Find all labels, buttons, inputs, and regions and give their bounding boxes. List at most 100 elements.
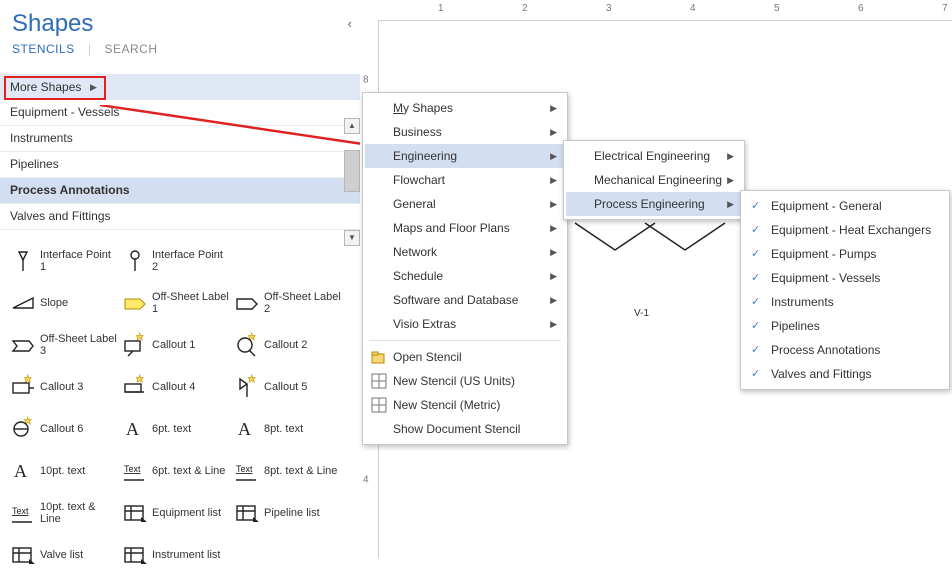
shape-label: Callout 2 — [260, 339, 342, 351]
menu-more-shapes: My Shapes▶Business▶Engineering▶Flowchart… — [362, 92, 568, 445]
shape-txt6[interactable]: A6pt. text — [122, 416, 234, 456]
menu-item-newmet[interactable]: New Stencil (Metric) — [365, 393, 565, 417]
shape-offsheet3[interactable]: Off-Sheet Label 3 — [10, 332, 122, 372]
shape-label: 10pt. text — [36, 465, 118, 477]
menu-item-business[interactable]: Business▶ — [365, 120, 565, 144]
menu-item-maps[interactable]: Maps and Floor Plans ▶ — [365, 216, 565, 240]
shape-callout2[interactable]: Callout 2 — [234, 332, 346, 372]
shape-equiplist[interactable]: Equipment list — [122, 500, 234, 540]
menu-item-myshapes[interactable]: My Shapes▶ — [365, 96, 565, 120]
menu-item-eqhx[interactable]: ✓Equipment - Heat Exchangers — [743, 218, 947, 242]
menu-item-label: Visio Extras — [393, 317, 456, 331]
ruler-tick: 6 — [858, 3, 864, 14]
check-icon: ✓ — [751, 194, 760, 218]
offsheet3-icon — [10, 332, 36, 358]
shape-instrlist[interactable]: Instrument list — [122, 542, 234, 582]
stencil-item[interactable]: Valves and Fittings — [0, 204, 360, 230]
stencil-scrollbar[interactable]: ▲ ▼ — [344, 118, 360, 246]
stencil-item[interactable]: Pipelines — [0, 152, 360, 178]
scroll-up-button[interactable]: ▲ — [344, 118, 360, 134]
shape-callout3[interactable]: Callout 3 — [10, 374, 122, 414]
tab-stencils[interactable]: STENCILS — [12, 42, 85, 56]
panel-title: Shapes — [0, 0, 360, 42]
menu-item-network[interactable]: Network▶ — [365, 240, 565, 264]
shape-blank — [234, 542, 346, 582]
menu-item-showdoc[interactable]: Show Document Stencil — [365, 417, 565, 441]
menu-item-general[interactable]: General▶ — [365, 192, 565, 216]
menu-item-label: Maps and Floor Plans — [393, 221, 510, 235]
blank-icon — [234, 542, 260, 568]
chevron-right-icon: ▶ — [550, 96, 557, 120]
menu-item-eqpump[interactable]: ✓Equipment - Pumps — [743, 242, 947, 266]
txt6l-icon: Text — [122, 458, 148, 484]
menu-item-schedule[interactable]: Schedule▶ — [365, 264, 565, 288]
shape-label: Interface Point 1 — [36, 249, 118, 273]
shape-callout4[interactable]: Callout 4 — [122, 374, 234, 414]
vessel-shape[interactable] — [570, 220, 730, 250]
shape-callout1[interactable]: Callout 1 — [122, 332, 234, 372]
shape-pipelist[interactable]: Pipeline list — [234, 500, 346, 540]
shape-txt6l[interactable]: Text6pt. text & Line — [122, 458, 234, 498]
more-shapes-row[interactable]: More Shapes ▶ — [0, 74, 360, 100]
shape-offsheet1[interactable]: Off-Sheet Label 1 — [122, 290, 234, 330]
stencil-item[interactable]: Process Annotations — [0, 178, 360, 204]
menu-item-procann[interactable]: ✓Process Annotations — [743, 338, 947, 362]
menu-item-elec[interactable]: Electrical Engineering▶ — [566, 144, 742, 168]
stencil-item[interactable]: Equipment - Vessels — [0, 100, 360, 126]
callout2-icon — [234, 332, 260, 358]
shape-txt8l[interactable]: Text8pt. text & Line — [234, 458, 346, 498]
ruler-tick: 1 — [438, 3, 444, 14]
menu-item-mech[interactable]: Mechanical Engineering▶ — [566, 168, 742, 192]
menu-item-label: New Stencil (Metric) — [393, 398, 500, 412]
menu-item-proc[interactable]: Process Engineering▶ — [566, 192, 742, 216]
menu-item-software[interactable]: Software and Database▶ — [365, 288, 565, 312]
valvelist-icon — [10, 542, 36, 568]
txt10-icon: A — [10, 458, 36, 484]
ruler-tick: 3 — [606, 3, 612, 14]
shape-label: Off-Sheet Label 1 — [148, 291, 230, 315]
shape-txt10[interactable]: A10pt. text — [10, 458, 122, 498]
chevron-right-icon: ▶ — [550, 216, 557, 240]
menu-item-eqves[interactable]: ✓Equipment - Vessels — [743, 266, 947, 290]
chevron-right-icon: ▶ — [550, 288, 557, 312]
menu-item-valves[interactable]: ✓Valves and Fittings — [743, 362, 947, 386]
ruler-tick: 4 — [690, 3, 696, 14]
tab-search[interactable]: SEARCH — [105, 42, 168, 56]
shape-callout5[interactable]: Callout 5 — [234, 374, 346, 414]
shape-offsheet2[interactable]: Off-Sheet Label 2 — [234, 290, 346, 330]
offsheet2-icon — [234, 290, 260, 316]
menu-item-extras[interactable]: Visio Extras▶ — [365, 312, 565, 336]
svg-text:A: A — [126, 419, 139, 439]
equiplist-icon — [122, 500, 148, 526]
shape-slope[interactable]: Slope — [10, 290, 122, 330]
check-icon: ✓ — [751, 362, 760, 386]
shape-interface2[interactable]: Interface Point 2 — [122, 248, 234, 288]
open-icon — [371, 349, 387, 365]
shape-callout6[interactable]: Callout 6 — [10, 416, 122, 456]
shape-valvelist[interactable]: Valve list — [10, 542, 122, 582]
txt6-icon: A — [122, 416, 148, 442]
menu-item-label: Pipelines — [771, 319, 820, 333]
check-icon: ✓ — [751, 242, 760, 266]
menu-item-engineering[interactable]: Engineering▶ — [365, 144, 565, 168]
menu-item-eqgen[interactable]: ✓ Equipment - General — [743, 194, 947, 218]
menu-item-label: Schedule — [393, 269, 443, 283]
menu-item-flowchart[interactable]: Flowchart▶ — [365, 168, 565, 192]
menu-process-engineering: ✓ Equipment - General ✓Equipment - Heat Ex… — [740, 190, 950, 390]
menu-item-pipes[interactable]: ✓Pipelines — [743, 314, 947, 338]
horizontal-ruler: 1234567 — [378, 0, 952, 21]
menu-item-open[interactable]: Open Stencil — [365, 345, 565, 369]
scroll-down-button[interactable]: ▼ — [344, 230, 360, 246]
menu-item-label: Equipment - General — [771, 199, 882, 213]
collapse-chevron-icon[interactable]: ‹ — [348, 16, 352, 31]
shape-txt10l[interactable]: Text10pt. text & Line — [10, 500, 122, 540]
shape-interface1[interactable]: Interface Point 1 — [10, 248, 122, 288]
stencil-item[interactable]: Instruments — [0, 126, 360, 152]
shape-label: Callout 4 — [148, 381, 230, 393]
chevron-right-icon: ▶ — [727, 144, 734, 168]
menu-item-label: New Stencil (US Units) — [393, 374, 515, 388]
menu-item-instr[interactable]: ✓Instruments — [743, 290, 947, 314]
shape-txt8[interactable]: A8pt. text — [234, 416, 346, 456]
menu-item-newus[interactable]: New Stencil (US Units) — [365, 369, 565, 393]
scroll-thumb[interactable] — [344, 150, 360, 192]
